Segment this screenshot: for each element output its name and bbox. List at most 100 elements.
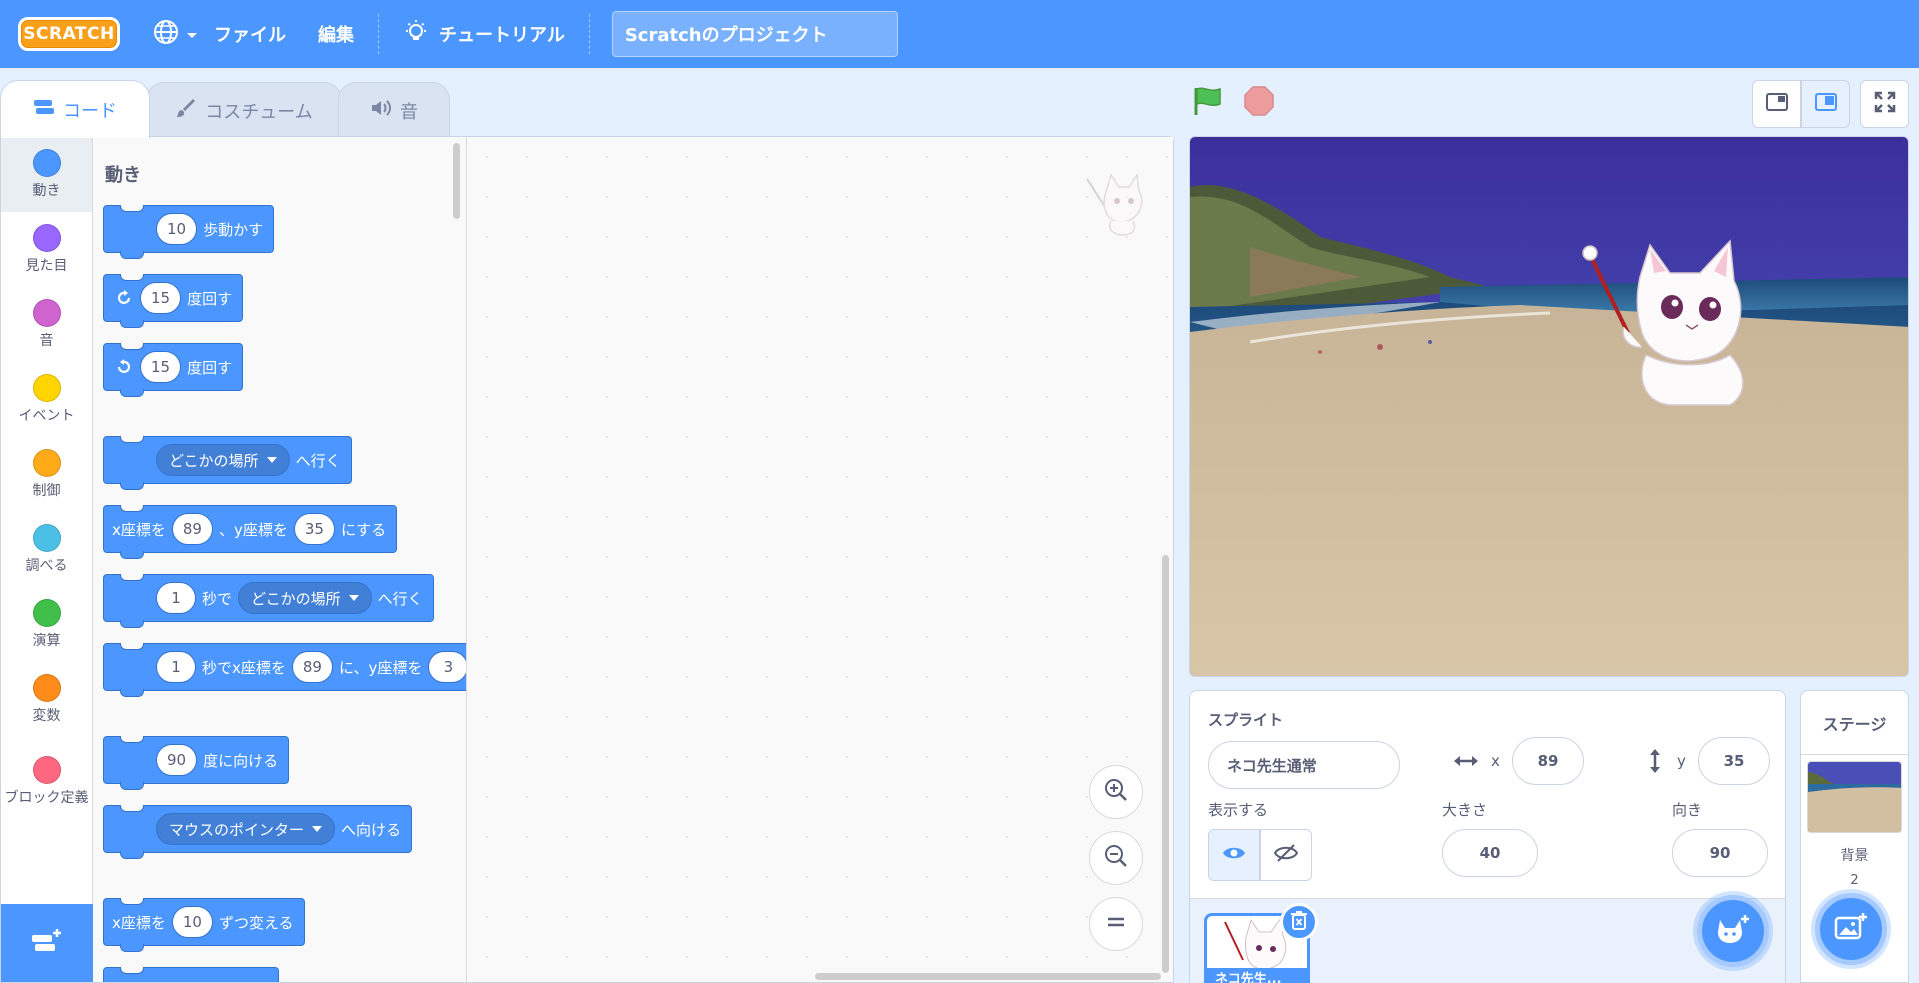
- block-input[interactable]: 15: [140, 282, 182, 314]
- category-dot: [32, 223, 61, 252]
- block-text: へ向ける: [341, 820, 402, 839]
- category-operators[interactable]: 演算: [1, 587, 92, 662]
- direction-input[interactable]: 90: [1672, 829, 1768, 877]
- block-partial[interactable]: [103, 967, 279, 982]
- hide-sprite-button[interactable]: [1260, 829, 1312, 881]
- block-turn-right[interactable]: 15 度回す: [103, 274, 244, 328]
- block-input[interactable]: 89: [291, 651, 333, 683]
- tutorial-button[interactable]: チュートリアル: [387, 0, 581, 68]
- workspace-vertical-scrollbar[interactable]: [1162, 555, 1169, 973]
- zoom-reset-button[interactable]: [1089, 897, 1143, 951]
- green-flag-icon[interactable]: [1190, 84, 1224, 122]
- small-stage-button[interactable]: [1752, 80, 1801, 128]
- zoom-in-button[interactable]: [1089, 765, 1143, 819]
- menu-bar: SCRATCH ファイル 編集 チュートリアル Scratchのプロジェクト: [0, 0, 1919, 68]
- block-input[interactable]: 15: [140, 351, 182, 383]
- block-input[interactable]: 10: [156, 213, 198, 245]
- y-input[interactable]: 35: [1698, 737, 1770, 785]
- category-sound[interactable]: 音: [1, 287, 92, 362]
- block-point-direction[interactable]: 90 度に向ける: [103, 736, 290, 790]
- dropdown-value: マウスのポインター: [169, 820, 305, 839]
- delete-sprite-button[interactable]: [1280, 903, 1318, 941]
- category-dot: [32, 298, 61, 327]
- category-looks[interactable]: 見た目: [1, 212, 92, 287]
- tab-code[interactable]: コード: [0, 80, 150, 138]
- block-text: へ行く: [295, 451, 341, 470]
- lightbulb-icon: [403, 19, 429, 50]
- cat-plus-icon: [1716, 914, 1750, 948]
- x-input[interactable]: 89: [1512, 737, 1584, 785]
- chevron-down-icon: [186, 25, 198, 44]
- category-events[interactable]: イベント: [1, 362, 92, 437]
- add-sprite-button[interactable]: [1697, 895, 1769, 967]
- block-goto[interactable]: どこかの場所 へ行く: [103, 436, 352, 490]
- brush-icon: [175, 97, 197, 124]
- stage-selector[interactable]: ステージ 背景 2: [1800, 690, 1909, 983]
- equals-icon: [1105, 914, 1127, 934]
- add-backdrop-button[interactable]: [1815, 893, 1887, 965]
- category-menu: 動き 見た目 音 イベント 制御 調べる 演算 変数 ブロック定義: [1, 137, 93, 982]
- palette-scrollbar[interactable]: [453, 143, 460, 219]
- tab-costume-label: コスチューム: [205, 101, 313, 123]
- block-goto-xy[interactable]: x座標を 89 、y座標を 35 にする: [103, 505, 398, 559]
- script-workspace[interactable]: [467, 137, 1173, 982]
- cat-sprite-on-stage[interactable]: [1580, 237, 1760, 407]
- block-glide[interactable]: 1 秒で どこかの場所 へ行く: [103, 574, 434, 628]
- rotate-right-icon: [114, 289, 134, 307]
- scratch-logo[interactable]: SCRATCH: [18, 17, 120, 51]
- workspace-sprite-watermark: [1083, 167, 1145, 237]
- block-input[interactable]: 35: [293, 513, 335, 545]
- block-input[interactable]: 1: [156, 582, 196, 614]
- category-label: イベント: [18, 407, 75, 424]
- tab-sound[interactable]: 音: [338, 82, 450, 138]
- y-label: y: [1677, 752, 1686, 770]
- block-input[interactable]: 3: [428, 651, 466, 683]
- sprite-name-input[interactable]: ネコ先生通常: [1208, 741, 1400, 789]
- block-turn-left[interactable]: 15 度回す: [103, 343, 244, 397]
- category-control[interactable]: 制御: [1, 437, 92, 512]
- block-input[interactable]: 1: [156, 651, 196, 683]
- category-dot: [32, 148, 61, 177]
- block-move-steps[interactable]: 10 歩動かす: [103, 205, 275, 259]
- category-motion[interactable]: 動き: [1, 137, 92, 212]
- show-sprite-button[interactable]: [1208, 829, 1260, 881]
- category-sensing[interactable]: 調べる: [1, 512, 92, 587]
- backdrop-thumbnail[interactable]: [1807, 761, 1902, 833]
- block-text: 歩動かす: [203, 220, 264, 239]
- workspace-horizontal-scrollbar[interactable]: [815, 973, 1161, 980]
- sprite-pane: スプライト ネコ先生通常 x 89 y 35 表示する 大きさ 40 向き 90…: [1189, 690, 1786, 983]
- category-label: 音: [39, 332, 54, 349]
- block-dropdown[interactable]: マウスのポインター: [156, 813, 336, 845]
- normal-stage-button[interactable]: [1801, 80, 1850, 128]
- stop-icon[interactable]: [1242, 84, 1276, 122]
- block-text: へ行く: [377, 589, 423, 608]
- block-change-x[interactable]: x座標を 10 ずつ変える: [103, 898, 305, 952]
- block-input[interactable]: 89: [171, 513, 213, 545]
- block-point-towards[interactable]: マウスのポインター へ向ける: [103, 805, 413, 859]
- y-arrow-icon: [1645, 747, 1665, 779]
- image-plus-icon: [1834, 912, 1868, 946]
- block-input[interactable]: 90: [156, 744, 198, 776]
- code-icon: [33, 98, 55, 121]
- eye-icon: [1222, 845, 1246, 865]
- add-extension-button[interactable]: [1, 904, 93, 982]
- tab-costume[interactable]: コスチューム: [146, 82, 342, 138]
- file-menu[interactable]: ファイル: [198, 0, 302, 68]
- language-menu[interactable]: [152, 18, 198, 50]
- edit-menu[interactable]: 編集: [302, 0, 370, 68]
- sprite-list: ネコ先生...: [1190, 895, 1785, 983]
- category-label: 変数: [32, 707, 61, 724]
- block-dropdown[interactable]: どこかの場所: [156, 444, 290, 476]
- stage-canvas[interactable]: [1189, 136, 1909, 677]
- fullscreen-button[interactable]: [1860, 80, 1909, 128]
- category-label: 動き: [32, 182, 61, 199]
- block-glide-xy[interactable]: 1 秒でx座標を 89 に、y座標を 3: [103, 643, 466, 697]
- project-title-input[interactable]: Scratchのプロジェクト: [611, 11, 898, 57]
- block-dropdown[interactable]: どこかの場所: [238, 582, 372, 614]
- category-variables[interactable]: 変数: [1, 662, 92, 737]
- size-input[interactable]: 40: [1442, 829, 1538, 877]
- block-input[interactable]: 10: [171, 906, 213, 938]
- category-my-blocks[interactable]: ブロック定義: [1, 737, 92, 827]
- sprite-label: スプライト: [1208, 711, 1284, 729]
- zoom-out-button[interactable]: [1089, 831, 1143, 885]
